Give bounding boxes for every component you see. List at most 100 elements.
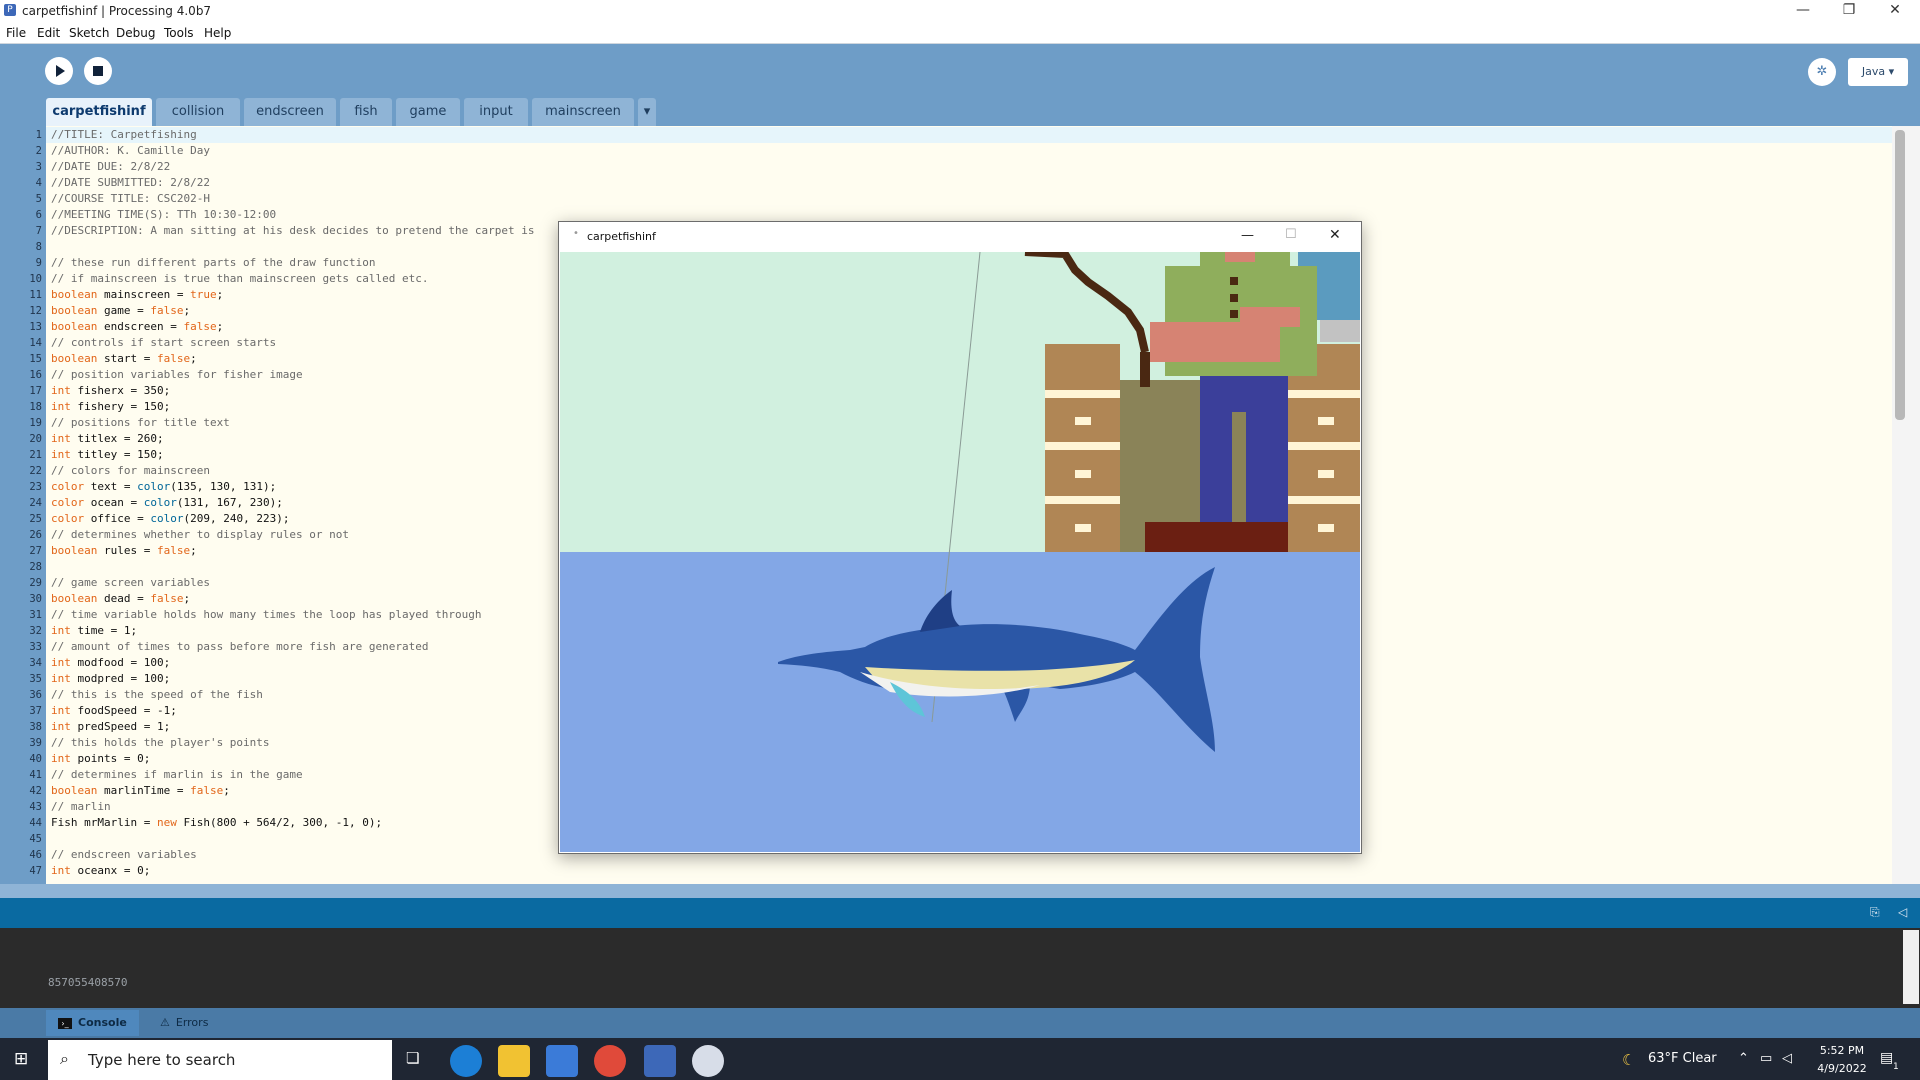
- chrome-icon[interactable]: [594, 1045, 626, 1077]
- code-line[interactable]: // controls if start screen starts: [51, 335, 276, 351]
- code-line[interactable]: boolean endscreen = false;: [51, 319, 223, 335]
- processing-icon[interactable]: [644, 1045, 676, 1077]
- sketch-window-title: carpetfishinf: [587, 230, 656, 243]
- file-explorer-icon[interactable]: [498, 1045, 530, 1077]
- task-view-icon[interactable]: ❏: [406, 1049, 419, 1067]
- sketch-app-icon: •: [573, 228, 579, 239]
- code-line[interactable]: int fishery = 150;: [51, 399, 170, 415]
- code-line[interactable]: //MEETING TIME(S): TTh 10:30-12:00: [51, 207, 276, 223]
- code-line[interactable]: int points = 0;: [51, 751, 150, 767]
- edge-browser-icon[interactable]: [450, 1045, 482, 1077]
- close-button[interactable]: ✕: [1872, 0, 1918, 22]
- code-line[interactable]: color text = color(135, 130, 131);: [51, 479, 276, 495]
- code-line[interactable]: color ocean = color(131, 167, 230);: [51, 495, 283, 511]
- code-line[interactable]: boolean marlinTime = false;: [51, 783, 230, 799]
- menu-tools[interactable]: Tools: [164, 26, 194, 40]
- run-button[interactable]: [45, 57, 73, 85]
- notifications-icon[interactable]: ▤: [1880, 1050, 1893, 1066]
- tabs-overflow-button[interactable]: ▾: [638, 98, 656, 126]
- sketch-running-icon[interactable]: [692, 1045, 724, 1077]
- tab-carpetfishinf[interactable]: carpetfishinf: [46, 98, 152, 126]
- code-line[interactable]: //DATE DUE: 2/8/22: [51, 159, 170, 175]
- tab-mainscreen[interactable]: mainscreen: [532, 98, 634, 126]
- copy-console-icon[interactable]: ⎘: [1870, 905, 1880, 920]
- store-icon[interactable]: [546, 1045, 578, 1077]
- code-line[interactable]: boolean rules = false;: [51, 543, 197, 559]
- tab-collision[interactable]: collision: [156, 98, 240, 126]
- code-line[interactable]: boolean start = false;: [51, 351, 197, 367]
- tab-game[interactable]: game: [396, 98, 460, 126]
- clock-date[interactable]: 4/9/2022: [1812, 1062, 1872, 1075]
- stop-button[interactable]: [84, 57, 112, 85]
- menu-debug[interactable]: Debug: [116, 26, 155, 40]
- code-line[interactable]: int foodSpeed = -1;: [51, 703, 177, 719]
- code-line[interactable]: // amount of times to pass before more f…: [51, 639, 429, 655]
- sketch-canvas[interactable]: [560, 252, 1360, 852]
- code-line[interactable]: color office = color(209, 240, 223);: [51, 511, 289, 527]
- code-line[interactable]: // marlin: [51, 799, 111, 815]
- code-line[interactable]: int fisherx = 350;: [51, 383, 170, 399]
- tab-endscreen[interactable]: endscreen: [244, 98, 336, 126]
- code-line[interactable]: int titlex = 260;: [51, 431, 164, 447]
- minimize-button[interactable]: —: [1780, 0, 1826, 22]
- code-line[interactable]: // endscreen variables: [51, 847, 197, 863]
- current-line-highlight: [46, 127, 1892, 143]
- search-placeholder: Type here to search: [88, 1051, 236, 1069]
- menu-help[interactable]: Help: [204, 26, 231, 40]
- code-line[interactable]: // game screen variables: [51, 575, 210, 591]
- sketch-maximize-button[interactable]: ☐: [1285, 227, 1297, 242]
- debug-toggle-button[interactable]: ✲: [1808, 58, 1836, 86]
- tab-input[interactable]: input: [464, 98, 528, 126]
- code-line[interactable]: int time = 1;: [51, 623, 137, 639]
- ocean-carpet: [560, 552, 1360, 852]
- code-line[interactable]: // colors for mainscreen: [51, 463, 210, 479]
- code-line[interactable]: //DATE SUBMITTED: 2/8/22: [51, 175, 210, 191]
- tab-fish[interactable]: fish: [340, 98, 392, 126]
- code-line[interactable]: // position variables for fisher image: [51, 367, 303, 383]
- code-line[interactable]: int oceanx = 0;: [51, 863, 150, 879]
- menu-file[interactable]: File: [6, 26, 26, 40]
- tray-chevron-icon[interactable]: ⌃: [1738, 1051, 1749, 1066]
- sketch-close-button[interactable]: ✕: [1329, 227, 1341, 243]
- mode-selector[interactable]: Java ▾: [1848, 58, 1908, 86]
- console-panel[interactable]: [0, 928, 1920, 1008]
- code-line[interactable]: // determines if marlin is in the game: [51, 767, 303, 783]
- sketch-minimize-button[interactable]: —: [1241, 228, 1254, 243]
- clock-time[interactable]: 5:52 PM: [1812, 1044, 1872, 1057]
- collapse-console-icon[interactable]: ◁: [1898, 905, 1907, 919]
- code-line[interactable]: boolean dead = false;: [51, 591, 190, 607]
- code-line[interactable]: Fish mrMarlin = new Fish(800 + 564/2, 30…: [51, 815, 382, 831]
- tab-errors[interactable]: ⚠ Errors: [148, 1010, 220, 1036]
- code-line[interactable]: int predSpeed = 1;: [51, 719, 170, 735]
- network-icon[interactable]: ▭: [1760, 1051, 1772, 1066]
- code-line[interactable]: // positions for title text: [51, 415, 230, 431]
- menu-sketch[interactable]: Sketch: [69, 26, 109, 40]
- code-line[interactable]: //AUTHOR: K. Camille Day: [51, 143, 210, 159]
- code-line[interactable]: // time variable holds how many times th…: [51, 607, 481, 623]
- restore-button[interactable]: ❐: [1826, 0, 1872, 22]
- weather-text[interactable]: 63°F Clear: [1648, 1051, 1717, 1066]
- line-number: 43: [29, 801, 42, 813]
- taskbar-search[interactable]: ⌕ Type here to search: [48, 1040, 392, 1080]
- toolbar: [0, 44, 1920, 100]
- code-line[interactable]: // if mainscreen is true than mainscreen…: [51, 271, 429, 287]
- code-line[interactable]: // these run different parts of the draw…: [51, 255, 376, 271]
- code-line[interactable]: //TITLE: Carpetfishing: [51, 127, 197, 143]
- volume-icon[interactable]: ◁: [1782, 1051, 1792, 1066]
- code-line[interactable]: int modfood = 100;: [51, 655, 170, 671]
- sketch-window[interactable]: • carpetfishinf — ☐ ✕: [558, 221, 1362, 854]
- code-line[interactable]: // this holds the player's points: [51, 735, 270, 751]
- tab-console[interactable]: ›_ Console: [46, 1010, 139, 1036]
- console-scrollbar[interactable]: [1903, 930, 1919, 1004]
- windows-start-icon[interactable]: ⊞: [14, 1049, 28, 1069]
- editor-scrollbar-thumb[interactable]: [1895, 130, 1905, 420]
- code-line[interactable]: boolean mainscreen = true;: [51, 287, 223, 303]
- code-line[interactable]: boolean game = false;: [51, 303, 190, 319]
- code-line[interactable]: int titley = 150;: [51, 447, 164, 463]
- menu-edit[interactable]: Edit: [37, 26, 60, 40]
- code-line[interactable]: int modpred = 100;: [51, 671, 170, 687]
- code-line[interactable]: // determines whether to display rules o…: [51, 527, 349, 543]
- code-line[interactable]: //COURSE TITLE: CSC202-H: [51, 191, 210, 207]
- code-line[interactable]: // this is the speed of the fish: [51, 687, 263, 703]
- code-line[interactable]: //DESCRIPTION: A man sitting at his desk…: [51, 223, 534, 239]
